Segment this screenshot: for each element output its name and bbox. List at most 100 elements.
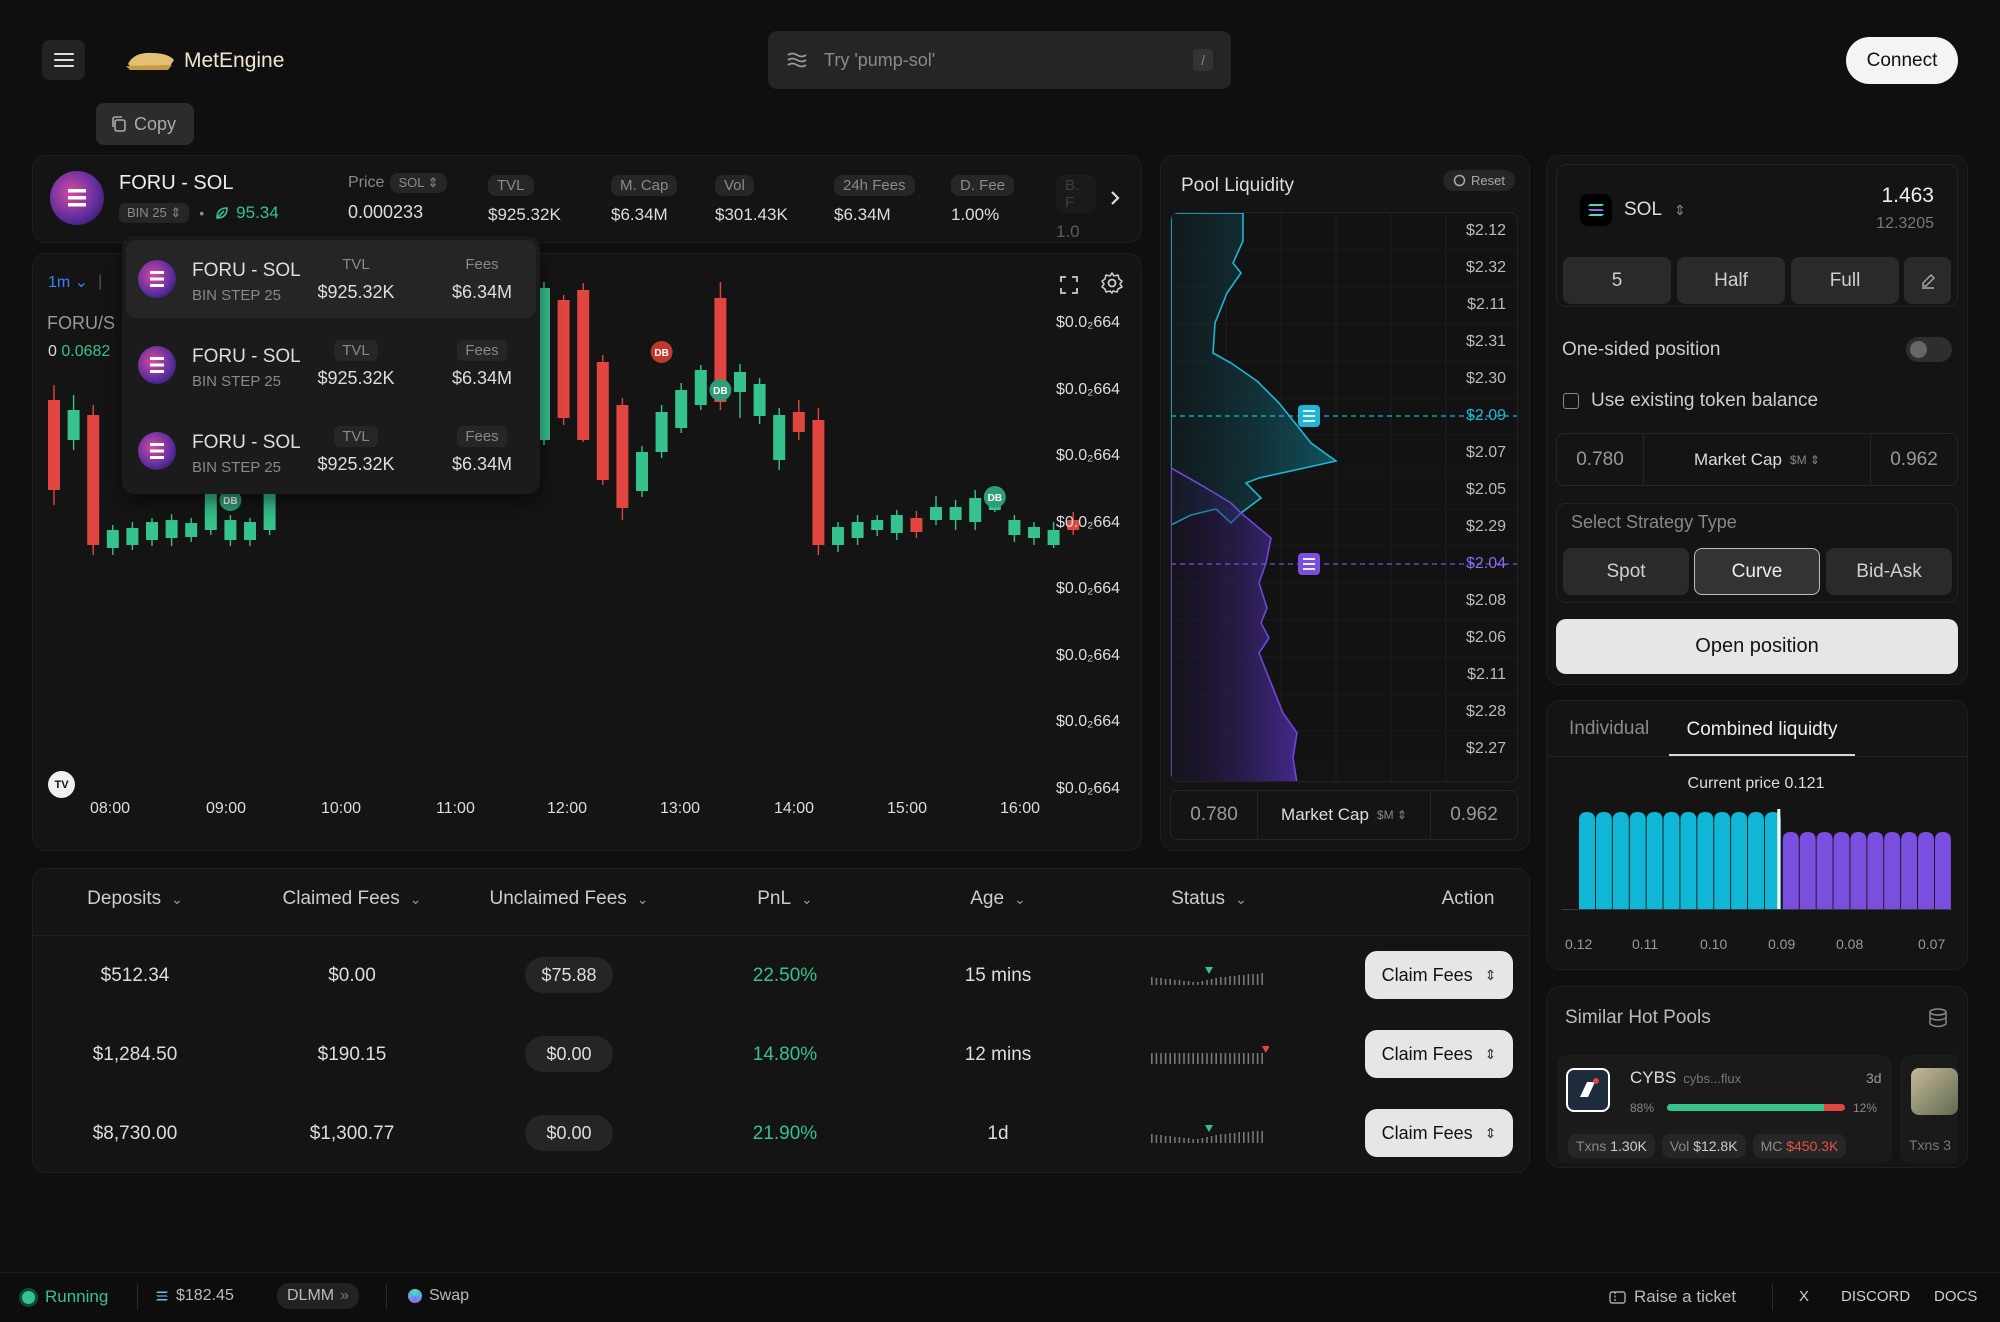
interval-selector[interactable]: 1m ⌄ bbox=[48, 272, 88, 292]
combined-bar-cyan[interactable] bbox=[1646, 812, 1663, 909]
pool-stat: B. F 1.0 bbox=[1056, 175, 1096, 242]
combined-bar-purple[interactable] bbox=[1799, 832, 1816, 909]
stats-next-button[interactable] bbox=[1100, 183, 1130, 213]
one-sided-toggle[interactable] bbox=[1906, 337, 1952, 362]
quick-amount-button[interactable]: Half bbox=[1677, 257, 1785, 304]
claim-fees-button[interactable]: Claim Fees ⇕ bbox=[1365, 1109, 1513, 1157]
column-header[interactable]: Age ⌄ bbox=[888, 888, 1108, 910]
menu-button[interactable] bbox=[42, 40, 85, 80]
combined-bar-cyan[interactable] bbox=[1629, 812, 1646, 909]
database-icon[interactable] bbox=[1927, 1007, 1949, 1029]
pool-name[interactable]: FORU - SOL bbox=[119, 172, 233, 195]
swap-link[interactable]: Swap bbox=[408, 1287, 469, 1305]
tradingview-logo[interactable]: TV bbox=[48, 771, 75, 798]
dropdown-pool-item[interactable]: FORU - SOL BIN STEP 25 TVL $925.32K Fees $6.3… bbox=[126, 412, 536, 490]
edit-amount-button[interactable] bbox=[1904, 257, 1951, 304]
claim-fees-button[interactable]: Claim Fees ⇕ bbox=[1365, 951, 1513, 999]
column-header[interactable]: Unclaimed Fees ⌄ bbox=[459, 888, 679, 910]
x-link[interactable]: X bbox=[1799, 1288, 1809, 1305]
deposit-max-input[interactable]: 0.962 bbox=[1871, 449, 1957, 471]
price-unit-selector[interactable]: SOL ⇕ bbox=[390, 173, 447, 193]
dropdown-pool-item[interactable]: FORU - SOL BIN STEP 25 TVL $925.32K Fees $6.3… bbox=[126, 326, 536, 404]
docs-link[interactable]: DOCS bbox=[1934, 1288, 1977, 1305]
combined-bar-purple[interactable] bbox=[1884, 832, 1901, 909]
column-header[interactable]: PnL ⌄ bbox=[675, 888, 895, 910]
time-axis-label: 11:00 bbox=[436, 800, 475, 817]
quick-amount-button[interactable]: 5 bbox=[1563, 257, 1671, 304]
column-header[interactable]: Deposits ⌄ bbox=[25, 888, 245, 910]
combined-bar-purple[interactable] bbox=[1934, 832, 1951, 909]
copy-tooltip[interactable]: Copy bbox=[96, 103, 194, 145]
range-handle-icon[interactable] bbox=[1298, 553, 1320, 575]
combined-bar-purple[interactable] bbox=[1782, 832, 1799, 909]
bin-selector[interactable]: BIN 25 ⇕ • 95.34 bbox=[119, 203, 279, 223]
tab-combined-liquidity[interactable]: Combined liquidty bbox=[1669, 706, 1855, 756]
liquidity-min-input[interactable]: 0.780 bbox=[1171, 804, 1257, 826]
combined-bar-cyan[interactable] bbox=[1748, 812, 1764, 909]
reset-icon bbox=[1453, 174, 1466, 187]
column-header[interactable]: Action bbox=[1358, 888, 1578, 910]
combined-bar-purple[interactable] bbox=[1901, 832, 1918, 909]
token-selector[interactable]: SOL ⇕ bbox=[1580, 194, 1686, 226]
cybs-pct-right: 12% bbox=[1853, 1101, 1878, 1115]
combined-liquidity-bars[interactable] bbox=[1562, 805, 1952, 915]
brand[interactable]: MetEngine bbox=[124, 46, 284, 76]
deposit-min-input[interactable]: 0.780 bbox=[1557, 449, 1643, 471]
combined-bar-cyan[interactable] bbox=[1612, 812, 1629, 909]
chart-settings-button[interactable] bbox=[1095, 266, 1129, 300]
combined-bar-cyan[interactable] bbox=[1714, 812, 1731, 909]
strategy-bid-ask-button[interactable]: Bid-Ask bbox=[1826, 548, 1952, 595]
combined-bar-cyan[interactable] bbox=[1579, 812, 1595, 909]
deposit-range: 0.780 Market Cap $M ⇕ 0.962 bbox=[1556, 433, 1958, 486]
pool-avatar[interactable] bbox=[50, 171, 104, 225]
combined-bar-cyan[interactable] bbox=[1663, 812, 1680, 909]
range-handle-icon[interactable] bbox=[1298, 405, 1320, 427]
strategy-curve-button[interactable]: Curve bbox=[1694, 548, 1820, 595]
combined-bar-cyan[interactable] bbox=[1595, 812, 1612, 909]
hot-pool-card-2[interactable]: Txns 3 bbox=[1900, 1055, 1958, 1163]
liquidity-price-label: $2.29 bbox=[1465, 518, 1506, 535]
combined-bar-purple[interactable] bbox=[1918, 832, 1934, 909]
status-sparkline bbox=[1151, 1046, 1269, 1064]
table-row[interactable]: $8,730.00 $1,300.77 $0.00 21.90% 1d Claim Fee… bbox=[33, 1099, 1529, 1169]
search-input[interactable]: Try 'pump-sol' bbox=[824, 50, 1193, 71]
liquidity-max-input[interactable]: 0.962 bbox=[1431, 804, 1517, 826]
use-balance-row[interactable]: Use existing token balance bbox=[1563, 390, 1818, 412]
search-bar[interactable]: Try 'pump-sol' / bbox=[768, 31, 1231, 89]
fullscreen-button[interactable] bbox=[1052, 268, 1086, 302]
quick-amount-button[interactable]: Full bbox=[1791, 257, 1899, 304]
token-amount-input[interactable]: 1.463 bbox=[1700, 184, 1934, 208]
combined-bar-purple[interactable] bbox=[1850, 832, 1867, 909]
combined-bar-purple[interactable] bbox=[1833, 832, 1850, 909]
column-header[interactable]: Status ⌄ bbox=[1099, 888, 1319, 910]
reset-button[interactable]: Reset bbox=[1443, 170, 1515, 191]
dropdown-pool-avatar bbox=[138, 260, 176, 298]
claim-fees-button[interactable]: Claim Fees ⇕ bbox=[1365, 1030, 1513, 1078]
combined-bar-cyan[interactable] bbox=[1680, 812, 1697, 909]
combined-bar-cyan[interactable] bbox=[1731, 812, 1748, 909]
liquidity-price-label: $2.05 bbox=[1465, 481, 1506, 498]
deposit-market-cap-selector[interactable]: Market Cap $M ⇕ bbox=[1643, 434, 1871, 485]
discord-link[interactable]: DISCORD bbox=[1841, 1288, 1910, 1305]
combined-bar-purple[interactable] bbox=[1867, 832, 1884, 909]
combined-bar-cyan[interactable] bbox=[1697, 812, 1714, 909]
combined-bar-purple[interactable] bbox=[1816, 832, 1833, 909]
liquidity-market-cap-selector[interactable]: Market Cap $M ⇕ bbox=[1257, 791, 1431, 839]
cybs-logo-icon bbox=[1580, 1078, 1599, 1097]
pool-token-icon bbox=[68, 189, 86, 207]
dropdown-pool-item[interactable]: FORU - SOL BIN STEP 25 TVL $925.32K Fees $6.3… bbox=[126, 240, 536, 318]
sort-chevron-icon: ⌄ bbox=[636, 890, 649, 907]
connect-button[interactable]: Connect bbox=[1846, 37, 1958, 84]
strategy-spot-button[interactable]: Spot bbox=[1563, 548, 1689, 595]
price-axis-label: $0.0₂664 bbox=[1056, 380, 1121, 398]
raise-ticket-link[interactable]: Raise a ticket bbox=[1609, 1287, 1736, 1307]
use-balance-checkbox[interactable] bbox=[1563, 393, 1579, 409]
open-position-button[interactable]: Open position bbox=[1556, 619, 1958, 674]
dlmm-badge[interactable]: DLMM » bbox=[277, 1283, 360, 1309]
table-row[interactable]: $512.34 $0.00 $75.88 22.50% 15 mins Claim Fee… bbox=[33, 941, 1529, 1011]
tab-individual[interactable]: Individual bbox=[1569, 718, 1649, 740]
price-stat: Price SOL ⇕ 0.000233 bbox=[348, 173, 447, 223]
liquidity-price-label: $2.04 bbox=[1465, 555, 1506, 572]
column-header[interactable]: Claimed Fees ⌄ bbox=[242, 888, 462, 910]
table-row[interactable]: $1,284.50 $190.15 $0.00 14.80% 12 mins Claim … bbox=[33, 1020, 1529, 1090]
